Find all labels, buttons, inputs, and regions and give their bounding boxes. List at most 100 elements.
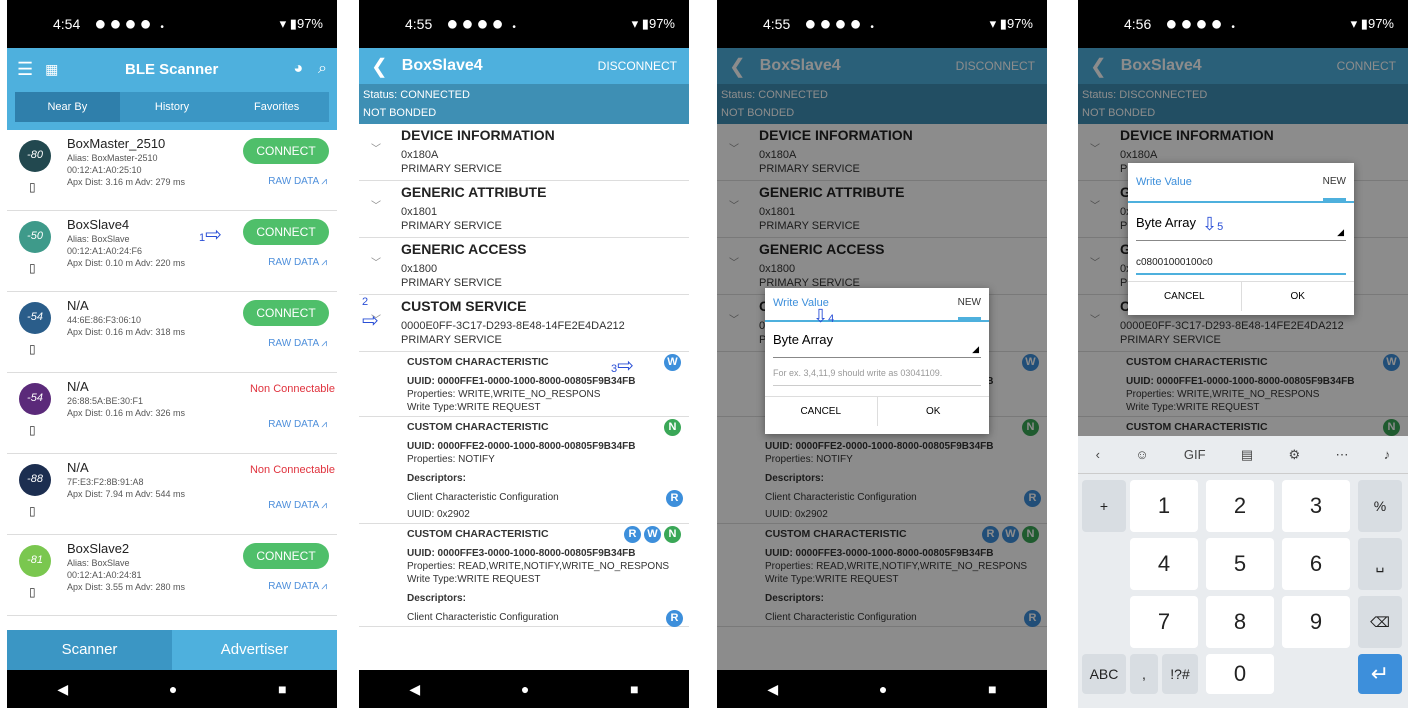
device-row[interactable]: -54 N/A 44:6E:86:F3:06:10 Apx Dist: 0.16 m …: [7, 292, 337, 373]
settings-icon[interactable]: ⚙: [1289, 447, 1301, 463]
key-7[interactable]: 7: [1130, 596, 1198, 648]
descriptor-ccc: Client Characteristic ConfigurationR: [407, 490, 689, 507]
bottom-tabs: Scanner Advertiser: [7, 630, 337, 670]
key-percent[interactable]: %: [1358, 480, 1402, 532]
connect-button[interactable]: CONNECT: [243, 300, 329, 326]
recents-nav-icon[interactable]: ■: [630, 681, 638, 697]
badge-r-icon[interactable]: R: [624, 526, 641, 543]
value-input[interactable]: For ex. 3,4,11,9 should write as 0304110…: [773, 368, 981, 386]
device-row[interactable]: -88 N/A 7F:E3:F2:8B:91:A8 Apx Dist: 7.94 m …: [7, 454, 337, 535]
key-6[interactable]: 6: [1282, 538, 1350, 590]
device-mac: 00:12:A1:A0:24:81: [67, 570, 142, 580]
tab-history[interactable]: History: [120, 92, 225, 122]
tab-scanner[interactable]: Scanner: [7, 630, 172, 670]
raw-data-link[interactable]: RAW DATA ⩘: [268, 338, 327, 349]
pie-icon[interactable]: ◕: [293, 60, 303, 78]
device-row[interactable]: -54 N/A 26:88:5A:BE:30:F1 Apx Dist: 0.16 m …: [7, 373, 337, 454]
service-row[interactable]: ﹀ GENERIC ATTRIBUTE 0x1801 PRIMARY SERVICE: [359, 181, 689, 238]
service-row[interactable]: ﹀CUSTOM SERVICE0000E0FF-3C17-D293-8E48-1…: [359, 295, 689, 352]
key-symbols[interactable]: !?#: [1162, 654, 1198, 694]
back-nav-icon[interactable]: ◀: [767, 681, 778, 698]
new-tab[interactable]: NEW: [1322, 176, 1346, 201]
raw-data-link[interactable]: RAW DATA ⩘: [268, 500, 327, 511]
key-5[interactable]: 5: [1206, 538, 1274, 590]
badge-n-icon[interactable]: N: [664, 526, 681, 543]
tab-favorites[interactable]: Favorites: [224, 92, 329, 122]
badge-w-icon[interactable]: W: [664, 354, 681, 371]
key-4[interactable]: 4: [1130, 538, 1198, 590]
raw-data-link[interactable]: RAW DATA ⩘: [268, 257, 327, 268]
key-8[interactable]: 8: [1206, 596, 1274, 648]
key-abc[interactable]: ABC: [1082, 654, 1126, 694]
value-input[interactable]: c08001000100c0: [1136, 257, 1346, 275]
status-bar: 4:55 ●●●● • ▾ ▮97%: [717, 0, 1047, 48]
raw-data-link[interactable]: RAW DATA ⩘: [268, 176, 327, 187]
home-nav-icon[interactable]: ●: [521, 681, 529, 697]
badge-n-icon[interactable]: N: [664, 419, 681, 436]
device-distance: Apx Dist: 7.94 m Adv: 544 ms: [67, 489, 186, 499]
phone-icon: ▯: [29, 180, 36, 194]
key-2[interactable]: 2: [1206, 480, 1274, 532]
key-space[interactable]: ␣: [1358, 538, 1402, 590]
disconnect-button[interactable]: DISCONNECT: [598, 59, 677, 73]
gif-button[interactable]: GIF: [1184, 447, 1206, 462]
more-icon[interactable]: ⋯: [1335, 447, 1348, 463]
service-row[interactable]: ﹀ DEVICE INFORMATION 0x180A PRIMARY SERVICE: [359, 124, 689, 181]
device-mac: 00:12:A1:A0:25:10: [67, 165, 142, 175]
connect-button[interactable]: CONNECT: [243, 138, 329, 164]
key-1[interactable]: 1: [1130, 480, 1198, 532]
chevron-down-icon: ﹀: [371, 258, 381, 269]
back-icon[interactable]: ❮: [371, 54, 388, 79]
new-tab[interactable]: NEW: [957, 297, 981, 320]
backspace-icon[interactable]: ⌫: [1358, 596, 1402, 648]
recents-nav-icon[interactable]: ■: [278, 681, 286, 697]
cancel-button[interactable]: CANCEL: [765, 397, 878, 426]
device-name: BoxSlave4: [67, 217, 130, 232]
key-0[interactable]: 0: [1206, 654, 1274, 694]
type-select[interactable]: Byte Array ◢: [773, 332, 981, 358]
mic-icon[interactable]: ♪: [1384, 447, 1391, 462]
device-row[interactable]: -50 BoxSlave4 Alias: BoxSlave 00:12:A1:A0:2…: [7, 211, 337, 292]
service-row[interactable]: ﹀ GENERIC ACCESS 0x1800 PRIMARY SERVICE: [359, 238, 689, 295]
keyboard-toolbar: ‹ ☺ GIF ▤ ⚙ ⋯ ♪: [1078, 436, 1408, 474]
key-9[interactable]: 9: [1282, 596, 1350, 648]
device-info: BoxSlave2 Alias: BoxSlave 00:12:A1:A0:24:8…: [67, 542, 185, 593]
tab-advertiser[interactable]: Advertiser: [172, 630, 337, 670]
characteristic-badges: RWN: [621, 526, 681, 543]
badge-w-icon[interactable]: W: [644, 526, 661, 543]
key-plus[interactable]: +: [1082, 480, 1126, 532]
nav-bar: ◀ ● ■: [7, 670, 337, 708]
recents-nav-icon[interactable]: ■: [988, 681, 996, 697]
connect-button[interactable]: CONNECT: [243, 543, 329, 569]
home-nav-icon[interactable]: ●: [169, 681, 177, 697]
device-row[interactable]: -80 BoxMaster_2510 Alias: BoxMaster-2510 00…: [7, 130, 337, 211]
enter-icon[interactable]: ↵: [1358, 654, 1402, 694]
sticker-icon[interactable]: ☺: [1135, 447, 1148, 462]
key-comma[interactable]: ,: [1130, 654, 1158, 694]
connect-button[interactable]: CONNECT: [243, 219, 329, 245]
device-row[interactable]: -81 BoxSlave2 Alias: BoxSlave 00:12:A1:A0:2…: [7, 535, 337, 616]
back-nav-icon[interactable]: ◀: [57, 681, 68, 698]
tab-nearby[interactable]: Near By: [15, 92, 120, 122]
collapse-icon[interactable]: ‹: [1096, 447, 1100, 462]
key-3[interactable]: 3: [1282, 480, 1350, 532]
badge-r-icon[interactable]: R: [666, 610, 683, 627]
qr-icon[interactable]: ▦: [45, 61, 58, 78]
service-type: PRIMARY SERVICE: [401, 277, 502, 289]
back-nav-icon[interactable]: ◀: [409, 681, 420, 698]
type-select[interactable]: Byte Array ◢: [1136, 215, 1346, 241]
ok-button[interactable]: OK: [1242, 282, 1355, 311]
raw-data-link[interactable]: RAW DATA ⩘: [268, 419, 327, 430]
ok-button[interactable]: OK: [878, 397, 990, 426]
home-nav-icon[interactable]: ●: [879, 681, 887, 697]
badge-r-icon[interactable]: R: [666, 490, 683, 507]
nav-bar: ◀ ● ■: [359, 670, 689, 708]
tab-strip: Near By History Favorites: [7, 90, 337, 130]
device-list: -80 BoxMaster_2510 Alias: BoxMaster-2510 00…: [7, 130, 337, 616]
raw-data-link[interactable]: RAW DATA ⩘: [268, 581, 327, 592]
cancel-button[interactable]: CANCEL: [1128, 282, 1242, 311]
annotation-2: 2 ⇨: [362, 296, 379, 332]
menu-icon[interactable]: ☰: [17, 59, 33, 80]
clipboard-icon[interactable]: ▤: [1241, 447, 1253, 463]
search-icon[interactable]: ⌕: [318, 60, 327, 78]
